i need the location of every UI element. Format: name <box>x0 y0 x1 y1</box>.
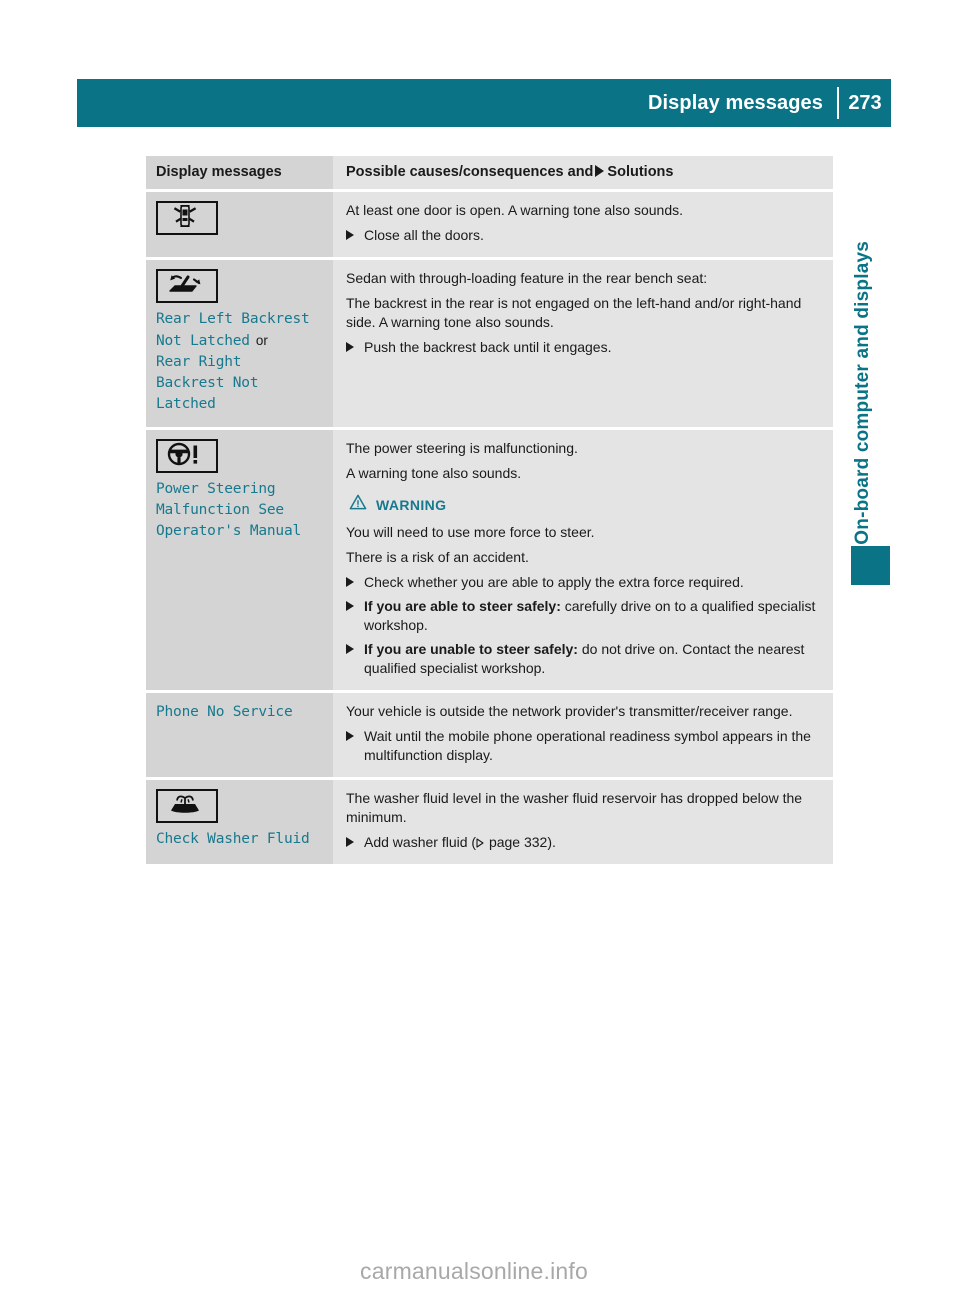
washer-fluid-icon <box>156 789 218 823</box>
solution-bullet-text: Push the backrest back until it engages. <box>364 339 612 355</box>
message-line-1: Power Steering <box>156 481 276 497</box>
solution-bullet: Add washer fluid ( page 332). <box>346 833 821 852</box>
description-paragraph: Your vehicle is outside the network prov… <box>346 703 793 719</box>
bullet-triangle-icon <box>346 731 354 741</box>
description-paragraph: The power steering is malfunctioning. <box>346 440 578 456</box>
display-messages-table: Display messages Possible causes/consequ… <box>146 156 833 864</box>
page-title: Display messages <box>647 91 823 114</box>
description-paragraph: A warning tone also sounds. <box>346 465 522 481</box>
car-doors-open-icon <box>156 201 218 235</box>
solution-bullet-text: Wait until the mobile phone operational … <box>364 728 811 763</box>
bullet-triangle-icon <box>346 644 354 654</box>
solution-bullet-text: Close all the doors. <box>364 227 484 243</box>
column-header-solutions: Possible causes/consequences and Solution… <box>346 163 821 181</box>
row-message-text: Check Washer Fluid <box>156 829 323 850</box>
solution-bullet: Close all the doors. <box>346 226 821 245</box>
description-paragraph: The backrest in the rear is not engaged … <box>346 295 802 330</box>
table-row: Power Steering Malfunction See Operator'… <box>146 430 833 690</box>
site-watermark: carmanualsonline.info <box>360 1258 588 1284</box>
row-icon-cell: Phone No Service <box>146 693 333 777</box>
description-paragraph: The washer fluid level in the washer flu… <box>346 790 803 825</box>
description-paragraph: You will need to use more force to steer… <box>346 524 595 540</box>
page-number: 273 <box>848 91 882 114</box>
message-line-3: Operator's Manual <box>156 523 302 539</box>
message-line-1: Check Washer Fluid <box>156 831 310 847</box>
table-row: At least one door is open. A warning ton… <box>146 192 833 257</box>
chapter-tab-marker <box>851 546 890 585</box>
row-description-cell: At least one door is open. A warning ton… <box>333 192 833 257</box>
row-message-text: Rear Left Backrest Not Latched or Rear Ri… <box>156 309 323 415</box>
row-message-text: Power Steering Malfunction See Operator'… <box>156 479 323 542</box>
warning-block: WARNING <box>349 494 821 515</box>
row-description-cell: Your vehicle is outside the network prov… <box>333 693 833 777</box>
solution-bullet-emphasis: If you are able to steer safely: <box>364 598 561 614</box>
chapter-side-tab-label: On-board computer and displays <box>852 241 873 545</box>
page-header-bar: Display messages 273 <box>77 79 891 127</box>
solution-triangle-icon <box>595 165 605 177</box>
message-line-5: Latched <box>156 396 216 412</box>
row-icon-cell: Power Steering Malfunction See Operator'… <box>146 430 333 690</box>
message-line-1: Phone No Service <box>156 704 293 720</box>
message-line-2: Malfunction See <box>156 502 284 518</box>
bullet-triangle-icon <box>346 577 354 587</box>
solution-bullet: If you are able to steer safely: careful… <box>346 597 821 635</box>
table-header-cell-right: Possible causes/consequences and Solution… <box>333 156 833 189</box>
message-line-1: Rear Left Backrest <box>156 311 310 327</box>
column-header-solutions-prefix: Possible causes/consequences and <box>346 164 594 180</box>
description-paragraph: At least one door is open. A warning ton… <box>346 202 684 218</box>
warning-label: WARNING <box>376 496 447 513</box>
table-header-row: Display messages Possible causes/consequ… <box>146 156 833 189</box>
description-paragraph: There is a risk of an accident. <box>346 549 529 565</box>
solution-bullet: If you are unable to steer safely: do no… <box>346 640 821 678</box>
row-description-cell: The washer fluid level in the washer flu… <box>333 780 833 864</box>
row-description-cell: Sedan with through-loading feature in th… <box>333 260 833 427</box>
chapter-side-tab: On-board computer and displays <box>843 165 883 545</box>
row-icon-cell: Check Washer Fluid <box>146 780 333 864</box>
column-header-solutions-suffix: Solutions <box>607 164 674 180</box>
bullet-triangle-icon <box>346 230 354 240</box>
message-line-2: Not Latched <box>156 333 250 349</box>
steering-wheel-warning-icon <box>156 439 218 473</box>
message-line-4: Backrest Not <box>156 375 259 391</box>
bullet-triangle-icon <box>346 837 354 847</box>
rear-backrest-fold-icon <box>156 269 218 303</box>
solution-bullet-emphasis: If you are unable to steer safely: <box>364 641 578 657</box>
table-row: Phone No Service Your vehicle is outside… <box>146 693 833 777</box>
row-icon-cell: Rear Left Backrest Not Latched or Rear Ri… <box>146 260 333 427</box>
solution-bullet-text-pre: Add washer fluid ( <box>364 834 477 850</box>
row-description-cell: The power steering is malfunctioning. A … <box>333 430 833 690</box>
table-row: Check Washer Fluid The washer fluid leve… <box>146 780 833 864</box>
solution-bullet: Check whether you are able to apply the … <box>346 573 821 592</box>
bullet-triangle-icon <box>346 342 354 352</box>
solution-bullet-text-post: ). <box>547 834 556 850</box>
table-row: Rear Left Backrest Not Latched or Rear Ri… <box>146 260 833 427</box>
message-conjunction: or <box>255 333 268 348</box>
message-line-3: Rear Right <box>156 354 242 370</box>
row-icon-cell <box>146 192 333 257</box>
bullet-triangle-icon <box>346 601 354 611</box>
solution-bullet-text: Check whether you are able to apply the … <box>364 574 744 590</box>
description-paragraph: Sedan with through-loading feature in th… <box>346 270 708 286</box>
page-reference-triangle-icon <box>476 834 484 848</box>
page-reference-text: page 332 <box>485 834 548 850</box>
solution-bullet: Wait until the mobile phone operational … <box>346 727 821 765</box>
table-header-cell-left: Display messages <box>146 156 333 189</box>
solution-bullet: Push the backrest back until it engages. <box>346 338 821 357</box>
column-header-display-messages: Display messages <box>156 164 282 180</box>
row-message-text: Phone No Service <box>156 702 323 723</box>
warning-triangle-icon <box>349 494 367 515</box>
